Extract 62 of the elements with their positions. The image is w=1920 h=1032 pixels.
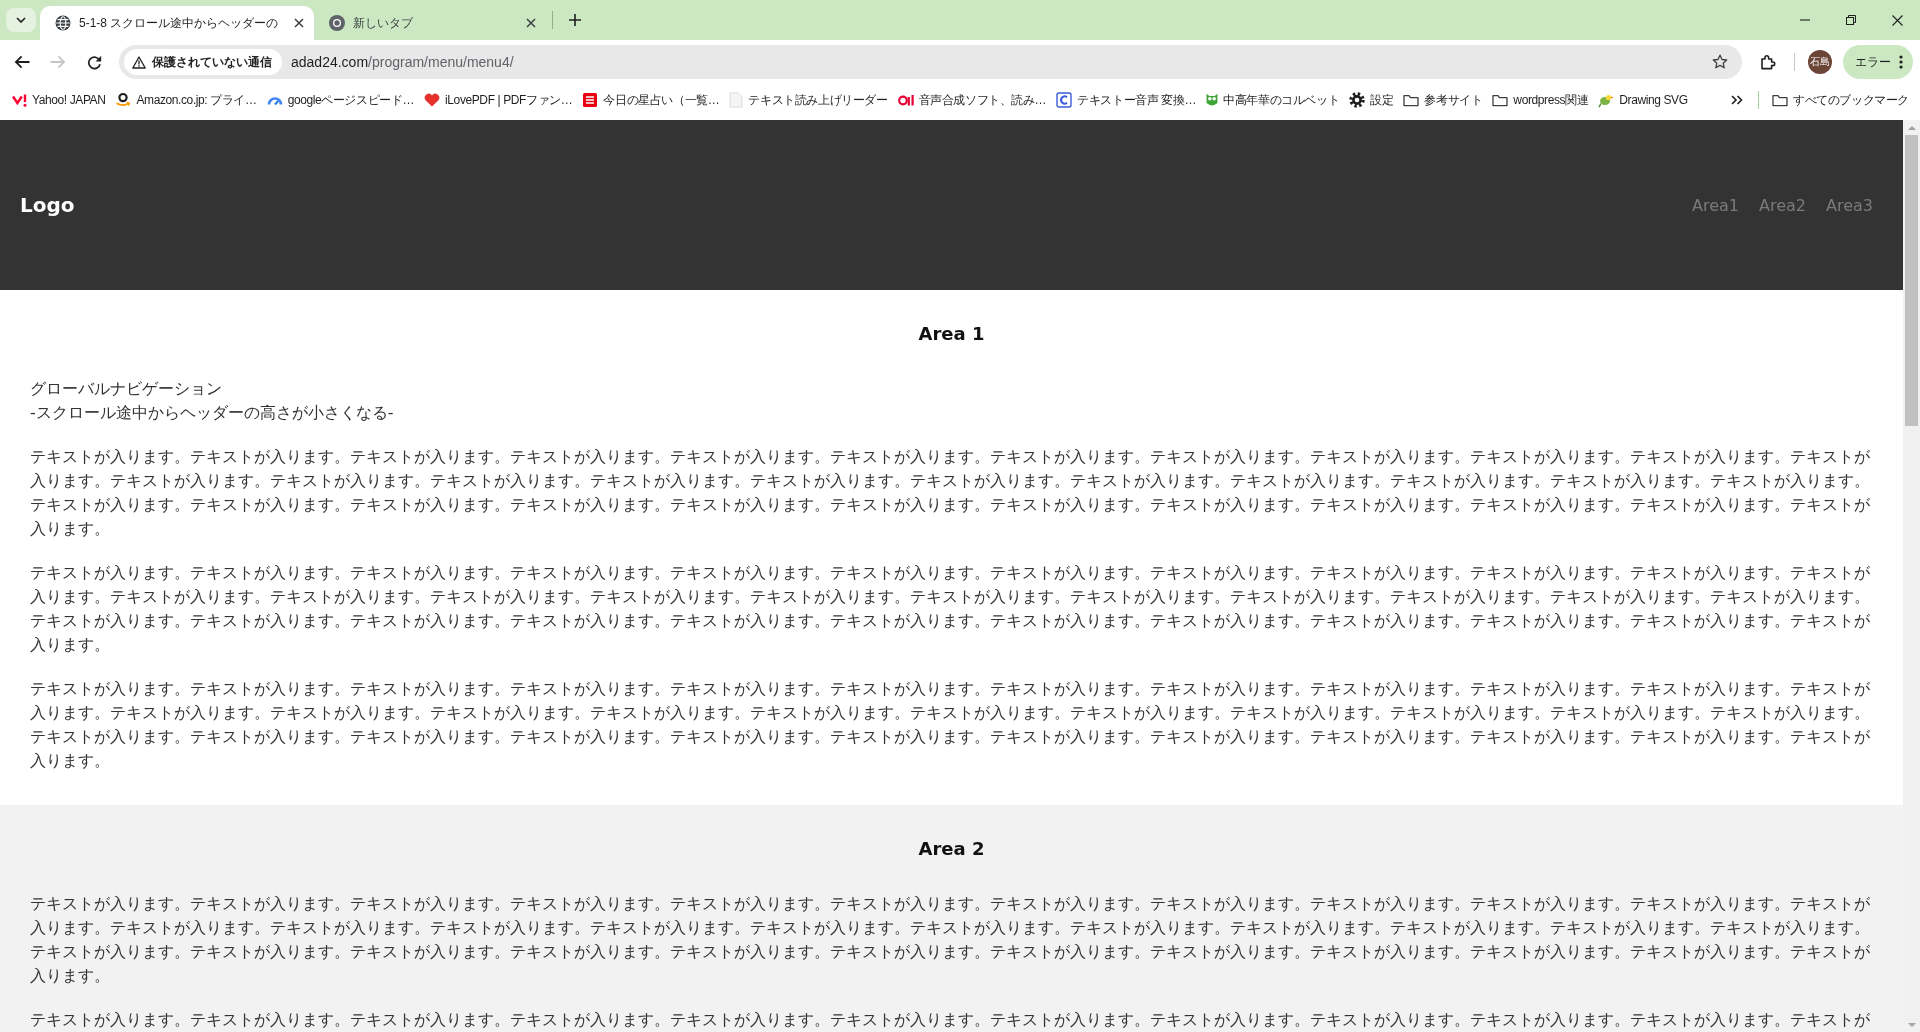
logo-icon [897,94,914,106]
bookmark-item[interactable]: 中高年華のコルベット [1201,86,1345,114]
bookmark-item[interactable]: Drawing SVG [1593,86,1693,114]
close-icon[interactable] [1891,14,1903,26]
gauge-icon [266,94,283,106]
bookmark-item[interactable]: テキスト読み上げリーダー [724,86,893,114]
tab-search-button[interactable] [6,8,36,32]
bookmark-folder[interactable]: wordpress関連 [1487,86,1594,114]
close-icon[interactable] [294,18,305,28]
section-title: Area 1 [917,322,986,346]
restore-icon[interactable] [1846,15,1856,25]
tile-icon [1056,92,1073,108]
browser-tab[interactable]: 新しいタブ [314,6,547,40]
bird-icon [1598,92,1615,108]
bookmark-item[interactable]: iLovePDF | PDFファン… [419,86,578,114]
intro-text: グローバルナビゲーション [30,378,223,400]
body-text: テキストが入ります。テキストが入ります。テキストが入ります。テキストが入ります。テキストが入ります。テキストが入ります。テキストが入ります。テキストが入ります。テキストが入ります。テキストが入ります。テキストが入ります。テキストが入ります。テキストが入ります。テキストが入ります。テキストが入ります。テキストが入ります。テキストが入ります。テキストが入ります。テキストが入ります。テキストが入ります。テキストが入ります。テキストが入ります。テキストが入ります。テキストが入ります。テキストが入ります。テキストが入ります。テキストが入ります。テキストが入ります。テキストが入ります。テキストが入ります。テキストが入ります。テキストが入ります。テキストが入ります。テキストが入ります。テキストが入ります。 [30,893,1871,987]
address-field[interactable]: 保護されていない通信 adad24.com/program/menu/menu4/ [119,45,1742,79]
page-icon [729,92,744,108]
plus-icon[interactable] [569,14,582,26]
more-icon [1899,55,1903,69]
puzzle-icon[interactable] [1760,54,1776,70]
heart-icon [424,93,441,107]
folder-icon [1492,93,1509,107]
back-arrow-icon[interactable] [14,55,30,69]
bookmark-item[interactable]: googleページスピード… [261,86,420,114]
tile-icon [582,92,599,108]
folder-icon [1772,93,1788,107]
bookmark-item[interactable]: Amazon.co.jp: プライ… [110,86,262,114]
browser-tab[interactable]: 5-1-8 スクロール途中からヘッダーの [40,6,315,40]
body-text: テキストが入ります。テキストが入ります。テキストが入ります。テキストが入ります。テキストが入ります。テキストが入ります。テキストが入ります。テキストが入ります。テキストが入ります。テキストが入ります。テキストが入ります。テキストが入ります。テキストが入ります。テキストが入ります。テキストが入ります。テキストが入ります。テキストが入ります。テキストが入ります。テキストが入ります。テキストが入ります。テキストが入ります。テキストが入ります。テキストが入ります。テキストが入ります。テキストが入ります。テキストが入ります。テキストが入ります。テキストが入ります。テキストが入ります。テキストが入ります。テキストが入ります。テキストが入ります。テキストが入ります。テキストが入ります。テキストが入ります。 [30,446,1871,540]
chevron-down-icon [16,17,26,23]
profile-avatar[interactable]: 石島 [1808,50,1832,74]
bookmark-folder[interactable]: すべてのブックマーク [1767,86,1914,114]
double-chevron-icon[interactable] [1731,95,1743,105]
ring-icon [329,15,346,31]
logo-icon [12,93,27,107]
bookmark-item[interactable]: テキストー音声 変換… [1051,86,1202,114]
intro-text: -スクロール途中からヘッダーの高さが小さくなる- [30,402,395,424]
logo-link[interactable]: Logo [20,193,75,217]
scrollbar-thumb[interactable] [1905,135,1918,426]
globe-icon [55,15,71,31]
body-text: テキストが入ります。テキストが入ります。テキストが入ります。テキストが入ります。テキストが入ります。テキストが入ります。テキストが入ります。テキストが入ります。テキストが入ります。テキストが入ります。テキストが入ります。テキストが入ります。テキストが入ります。テキストが入ります。テキストが入ります。テキストが入ります。テキストが入ります。テキストが入ります。テキストが入ります。テキストが入ります。テキストが入ります。テキストが入ります。テキストが入ります。テキストが入ります。テキストが入ります。テキストが入ります。テキストが入ります。テキストが入ります。テキストが入ります。テキストが入ります。テキストが入ります。テキストが入ります。テキストが入ります。テキストが入ります。テキストが入ります。 [30,562,1871,656]
security-chip[interactable]: 保護されていない通信 [124,49,282,75]
smile-icon [115,92,132,108]
bookmark-folder[interactable]: 参考サイト [1398,86,1488,114]
bookmark-item[interactable]: Yahoo! JAPAN [7,86,111,114]
reload-icon[interactable] [86,54,102,70]
bookmark-item[interactable]: 今日の星占い（一覧… [577,86,725,114]
star-icon[interactable] [1712,54,1728,70]
owl-icon [1206,93,1219,107]
warning-icon [132,55,146,69]
section-title: Area 2 [917,837,986,861]
body-text: テキストが入ります。テキストが入ります。テキストが入ります。テキストが入ります。テキストが入ります。テキストが入ります。テキストが入ります。テキストが入ります。テキストが入ります。テキストが入ります。テキストが入ります。テキストが入ります。テキストが入ります。テキストが入ります。テキストが入ります。テキストが入ります。テキストが入ります。テキストが入ります。テキストが入ります。テキストが入ります。テキストが入ります。テキストが入ります。テキストが入ります。テキストが入ります。テキストが入ります。テキストが入ります。テキストが入ります。テキストが入ります。テキストが入ります。テキストが入ります。テキストが入ります。テキストが入ります。テキストが入ります。テキストが入ります。テキストが入ります。 [30,678,1871,772]
bookmark-item[interactable]: 音声合成ソフト、読み… [892,86,1052,114]
error-menu-button[interactable]: エラー [1843,45,1913,79]
folder-icon [1403,93,1420,107]
body-text: テキストが入ります。テキストが入ります。テキストが入ります。テキストが入ります。テキストが入ります。テキストが入ります。テキストが入ります。テキストが入ります。テキストが入ります。テキストが入ります。テキストが入ります。テキストが [30,1009,1871,1031]
url-text: adad24.com/program/menu/menu4/ [291,54,515,70]
gear-icon [1349,92,1366,108]
close-icon[interactable] [526,18,537,28]
bookmark-item[interactable]: 設定 [1344,86,1399,114]
